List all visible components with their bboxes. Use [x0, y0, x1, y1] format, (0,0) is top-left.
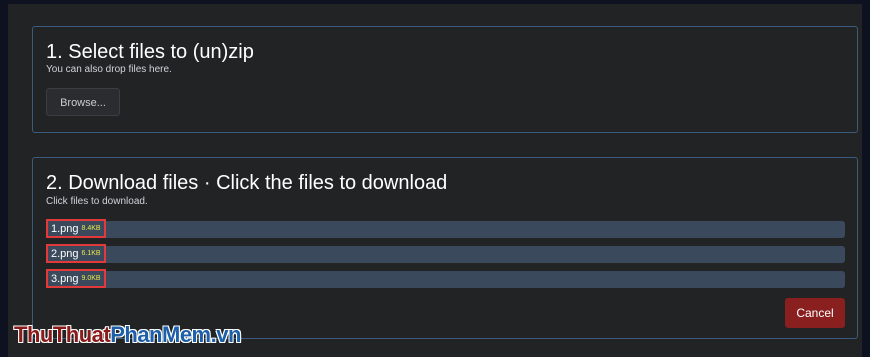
- watermark-part-3: .vn: [210, 322, 242, 347]
- file-size: 8.4KB: [81, 225, 101, 232]
- file-row[interactable]: 1.png 8.4KB: [46, 219, 845, 238]
- drop-hint: You can also drop files here.: [46, 64, 172, 75]
- file-row[interactable]: 3.png 9.0KB: [46, 269, 845, 288]
- watermark-part-1: ThuThuat: [14, 322, 111, 347]
- file-name: 1.png: [51, 222, 79, 235]
- file-row[interactable]: 2.png 6.1KB: [46, 244, 845, 263]
- file-link[interactable]: 3.png 9.0KB: [46, 269, 106, 288]
- file-link[interactable]: 1.png 8.4KB: [46, 219, 106, 238]
- app-page: 1. Select files to (un)zip You can also …: [0, 0, 870, 357]
- site-watermark: ThuThuatPhanMem.vn: [14, 322, 241, 348]
- browse-button[interactable]: Browse...: [46, 88, 120, 116]
- download-hint: Click files to download.: [46, 196, 148, 207]
- file-size: 9.0KB: [81, 275, 101, 282]
- select-files-panel[interactable]: 1. Select files to (un)zip You can also …: [32, 26, 858, 133]
- download-files-title: 2. Download files · Click the files to d…: [46, 172, 448, 194]
- file-link[interactable]: 2.png 6.1KB: [46, 244, 106, 263]
- download-files-panel: 2. Download files · Click the files to d…: [32, 157, 858, 339]
- file-name: 2.png: [51, 247, 79, 260]
- file-size: 6.1KB: [81, 250, 101, 257]
- file-name: 3.png: [51, 272, 79, 285]
- cancel-button[interactable]: Cancel: [785, 298, 845, 328]
- watermark-part-2: PhanMem: [110, 322, 211, 347]
- select-files-title: 1. Select files to (un)zip: [46, 41, 254, 63]
